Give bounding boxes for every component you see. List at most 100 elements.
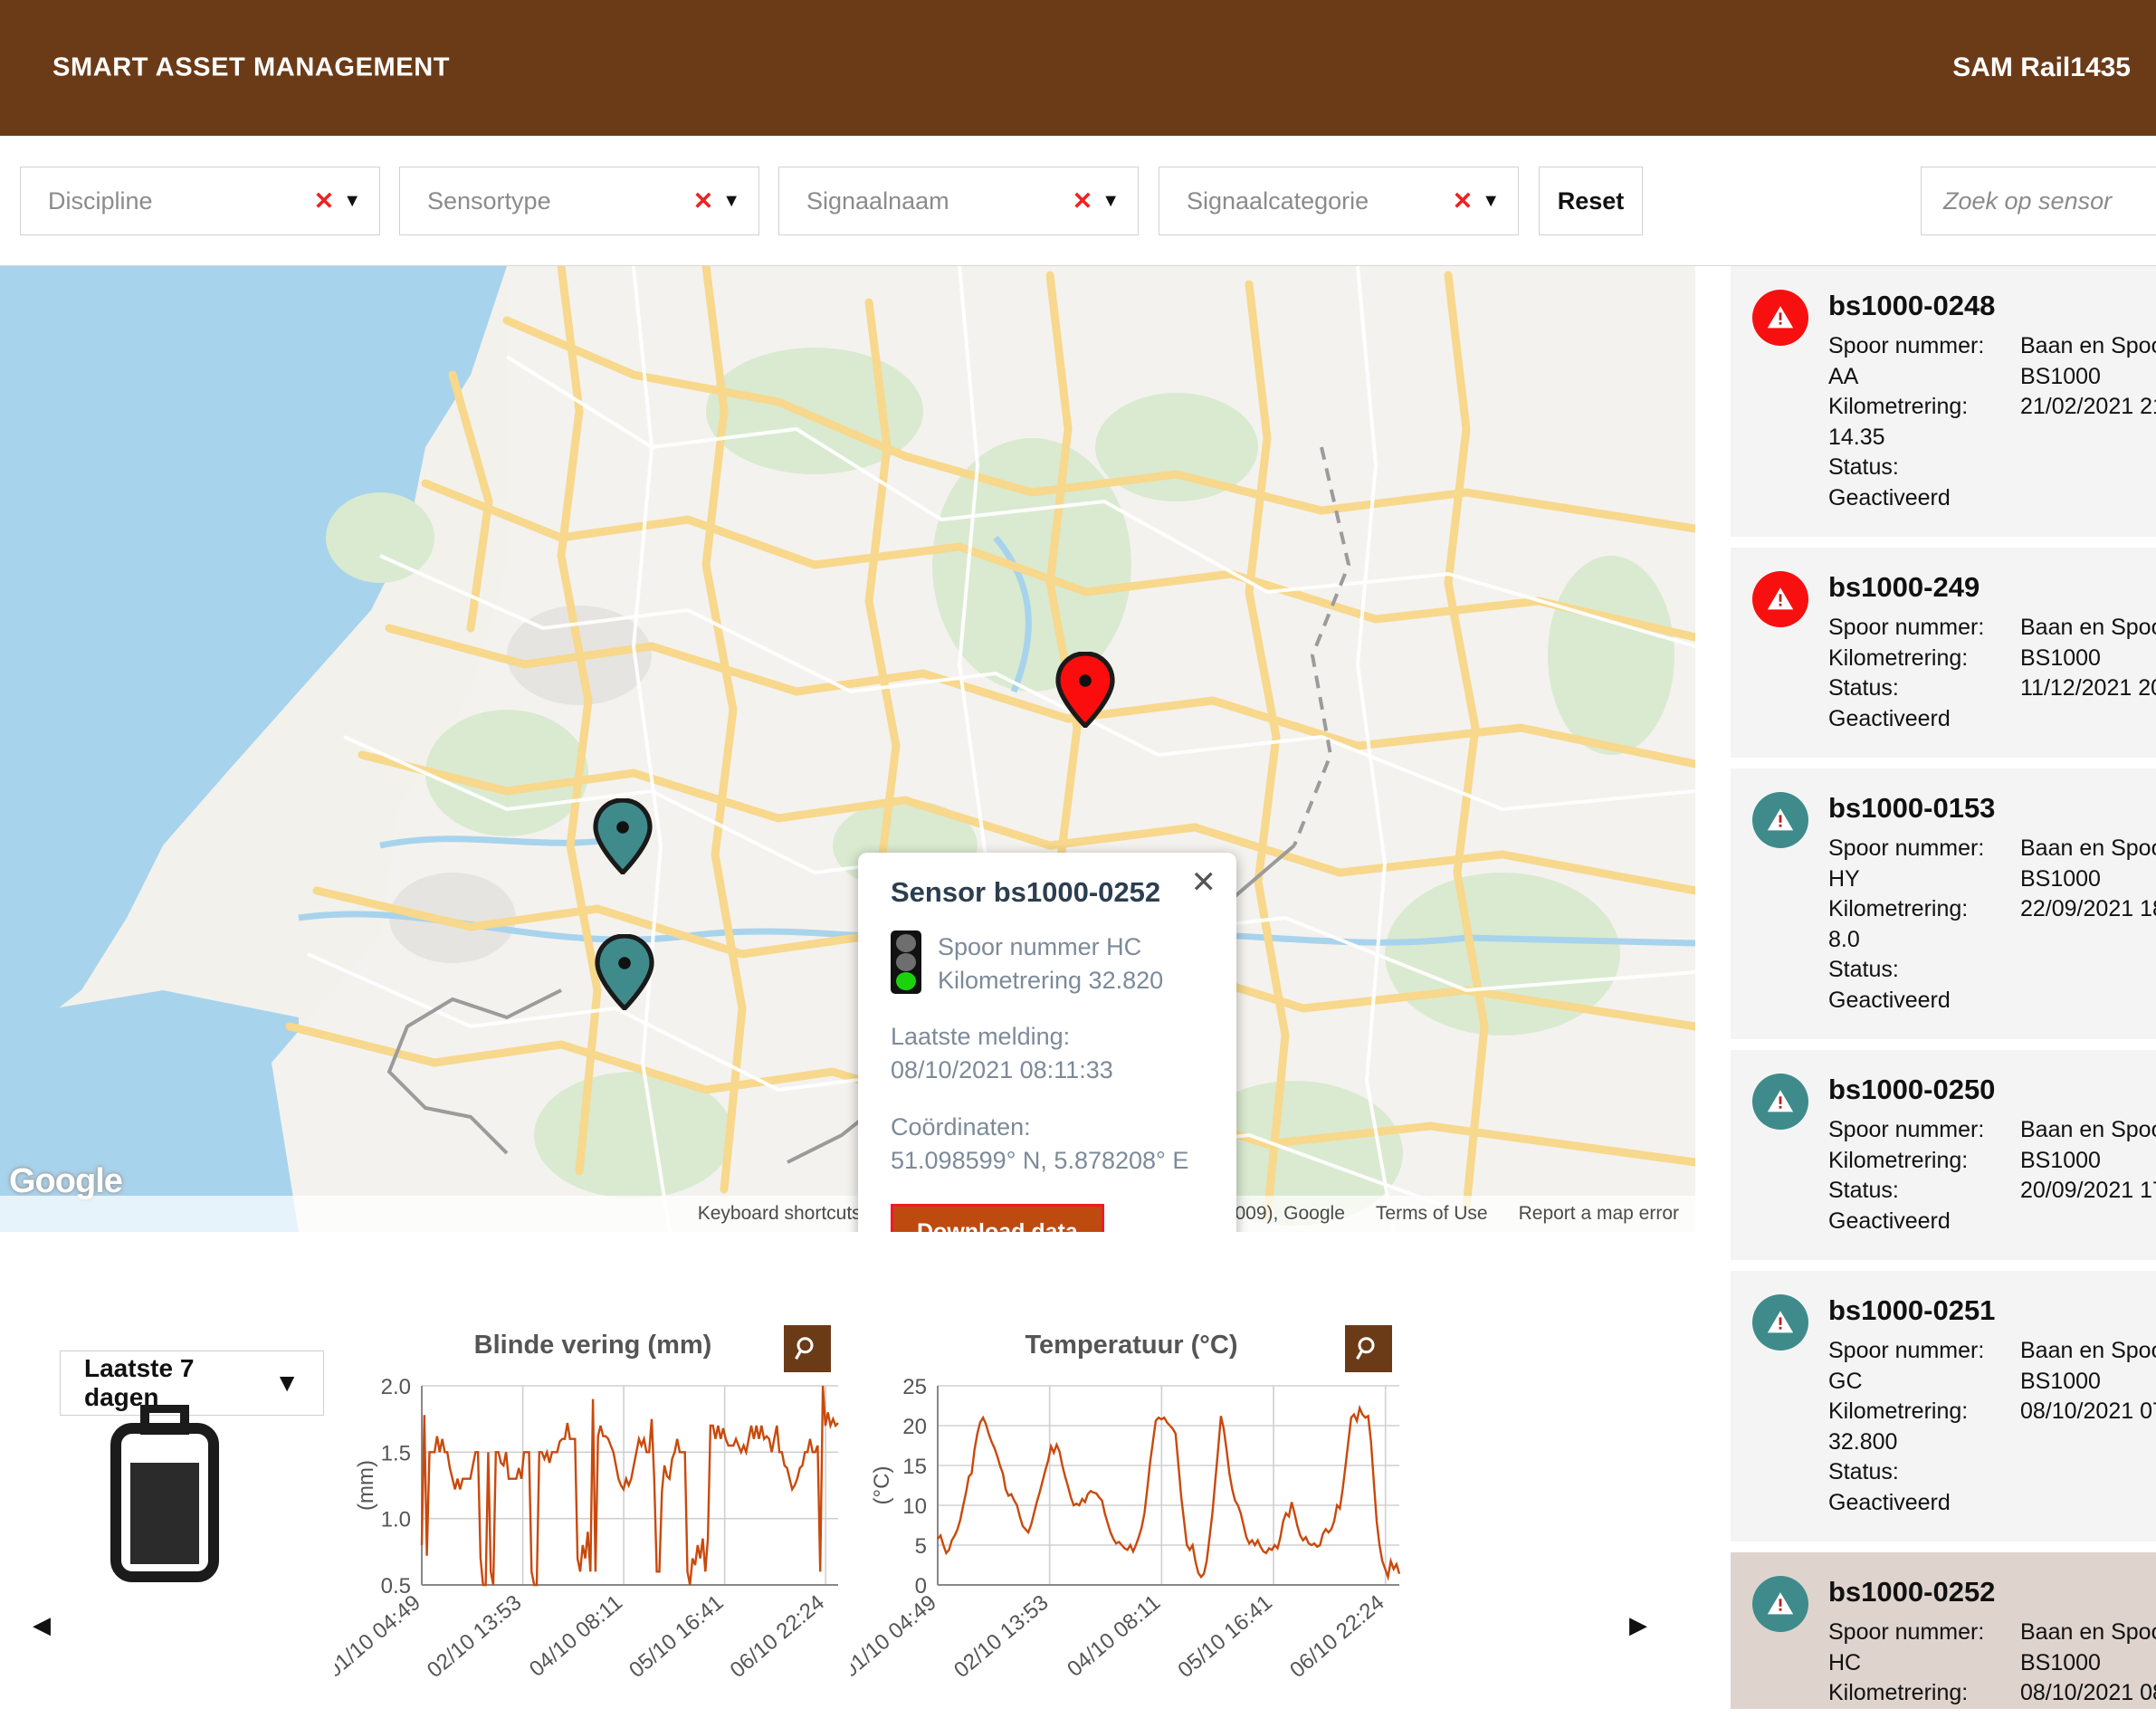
discipline-value: Baan en Spoor <box>2020 1338 2156 1363</box>
map-marker-sensor[interactable] <box>592 934 657 1010</box>
svg-text:06/10 22:24: 06/10 22:24 <box>1285 1590 1388 1683</box>
status-label: Status: <box>1828 454 1899 480</box>
spoor-nummer-label: Spoor nummer: <box>1828 615 1985 640</box>
status-label: Status: <box>1828 957 1899 982</box>
report-map-error-link[interactable]: Report a map error <box>1519 1203 1679 1225</box>
system-value: BS1000 <box>2020 1147 2101 1173</box>
kilometrering-value: 32.800 <box>1828 1428 1898 1455</box>
map-tiles <box>0 266 1695 1232</box>
svg-text:(mm): (mm) <box>354 1460 378 1511</box>
sensor-id: bs1000-0251 <box>1828 1294 1996 1326</box>
svg-text:02/10 13:53: 02/10 13:53 <box>949 1590 1053 1683</box>
magnify-icon[interactable] <box>1345 1325 1392 1372</box>
status-value: Geactiveerd <box>1828 484 1951 511</box>
sensor-attributes: Spoor nummer:HCKilometrering:32.820Statu… <box>1828 1618 2006 1709</box>
timestamp-value: 08/10/2021 08: <box>2020 1680 2156 1705</box>
chart-temperatuur: Temperatuur (°C) 0 5 10 15 20 25 01/10 04:49 02… <box>837 1325 1412 1718</box>
status-label: Status: <box>1828 1459 1899 1484</box>
filter-bar: Discipline ✕ ▼ Sensortype ✕ ▼ Signaalnaa… <box>0 136 2156 266</box>
sensor-list-item-body: bs1000-0250 Spoor nummer: Kilometrering: St… <box>1828 1074 2156 1236</box>
popup-last-report: Laatste melding: 08/10/2021 08:11:33 <box>891 1020 1209 1086</box>
map-canvas[interactable]: Google Keyboard shortcuts Map data ©2021… <box>0 266 1695 1232</box>
chevron-down-icon[interactable]: ▼ <box>343 191 379 212</box>
next-page-arrow[interactable]: ▶ <box>1629 1611 1647 1639</box>
alert-warning-icon <box>1752 1294 1808 1351</box>
spoor-nummer-label: Spoor nummer: <box>1828 1619 1985 1645</box>
sensor-list-item[interactable]: bs1000-0248 Spoor nummer: AA Kilometrering:… <box>1731 266 2156 537</box>
popup-coord-label: Coördinaten: <box>891 1112 1031 1141</box>
sensor-meta: Baan en Spoor BS1000 22/09/2021 18: <box>2020 834 2156 1016</box>
sensor-list-item[interactable]: bs1000-0153 Spoor nummer: HY Kilometrering:… <box>1731 768 2156 1039</box>
alert-warning-icon <box>1752 571 1808 627</box>
search-input[interactable]: Zoek op sensor <box>1921 167 2156 235</box>
clear-icon[interactable]: ✕ <box>1453 187 1483 215</box>
discipline-value: Baan en Spoor <box>2020 1619 2156 1645</box>
clear-icon[interactable]: ✕ <box>693 187 723 215</box>
close-icon[interactable]: ✕ <box>1191 867 1217 898</box>
status-label: Status: <box>1828 1178 1899 1203</box>
filter-sensortype-label: Sensortype <box>427 186 551 215</box>
map-attribution: Keyboard shortcuts Map data ©2021 GeoBas… <box>0 1196 1695 1232</box>
timestamp-value: 20/09/2021 17: <box>2020 1178 2156 1203</box>
sensor-attributes: Spoor nummer: Kilometrering: Status: Geacti… <box>1828 613 2006 734</box>
discipline-value: Baan en Spoor <box>2020 615 2156 640</box>
sensor-list-item-body: bs1000-0252 Spoor nummer: HC Kilometrering:… <box>1828 1576 2156 1709</box>
sensor-list-item[interactable]: bs1000-0252 Spoor nummer: HC Kilometrering:… <box>1731 1552 2156 1709</box>
timestamp-value: 08/10/2021 07: <box>2020 1398 2156 1424</box>
app-header: SMART ASSET MANAGEMENT SAM Rail1435 <box>0 0 2156 136</box>
filter-signaalcategorie[interactable]: Signaalcategorie ✕ ▼ <box>1159 167 1519 235</box>
magnify-icon[interactable] <box>784 1325 831 1372</box>
reset-button[interactable]: Reset <box>1539 167 1643 235</box>
popup-sensor-details: Spoor nummer HC Kilometrering 32.820 <box>938 931 1163 997</box>
filter-signaalnaam[interactable]: Signaalnaam ✕ ▼ <box>778 167 1139 235</box>
spoor-nummer-value: HY <box>1828 865 1860 892</box>
terms-of-use-link[interactable]: Terms of Use <box>1376 1203 1488 1225</box>
timestamp-value: 11/12/2021 20: <box>2020 675 2156 701</box>
spoor-nummer-label: Spoor nummer: <box>1828 1117 1985 1142</box>
sensor-id: bs1000-0153 <box>1828 792 1996 824</box>
prev-page-arrow[interactable]: ◀ <box>33 1611 51 1639</box>
status-value: Geactiveerd <box>1828 1207 1951 1234</box>
chevron-down-icon: ▼ <box>274 1369 300 1397</box>
status-value: Geactiveerd <box>1828 705 1951 731</box>
clear-icon[interactable]: ✕ <box>1073 187 1102 215</box>
map-marker-alert[interactable] <box>1053 652 1118 728</box>
sensor-list-item[interactable]: bs1000-0251 Spoor nummer: GC Kilometrering:… <box>1731 1271 2156 1541</box>
sensor-list-item[interactable]: bs1000-0250 Spoor nummer: Kilometrering: St… <box>1731 1050 2156 1260</box>
system-value: BS1000 <box>2020 1368 2101 1394</box>
chevron-down-icon[interactable]: ▼ <box>1102 191 1138 212</box>
chevron-down-icon[interactable]: ▼ <box>1482 191 1518 212</box>
chevron-down-icon[interactable]: ▼ <box>722 191 758 212</box>
sensor-attributes: Spoor nummer: Kilometrering: Status: Geacti… <box>1828 1115 2006 1236</box>
kilometrering-value: 8.0 <box>1828 926 1860 952</box>
sensor-list-item-body: bs1000-0251 Spoor nummer: GC Kilometrering:… <box>1828 1294 2156 1518</box>
svg-text:05/10 16:41: 05/10 16:41 <box>1173 1590 1276 1683</box>
sensor-id: bs1000-0252 <box>1828 1576 1996 1608</box>
battery-icon <box>109 1404 221 1587</box>
popup-title: Sensor bs1000-0252 <box>891 876 1161 908</box>
account-label[interactable]: SAM Rail1435 <box>1952 52 2131 83</box>
sensor-attributes: Spoor nummer: GC Kilometrering: 32.800 Statu… <box>1828 1336 2006 1518</box>
system-value: BS1000 <box>2020 1649 2101 1675</box>
keyboard-shortcuts-link[interactable]: Keyboard shortcuts <box>698 1203 862 1225</box>
svg-text:20: 20 <box>902 1415 927 1439</box>
alert-warning-icon <box>1752 1576 1808 1632</box>
popup-coordinates: Coördinaten: 51.098599° N, 5.878208° E <box>891 1111 1209 1177</box>
chart-blinde-vering: Blinde vering (mm) 0.5 1.0 1.5 2.0 01/10 04:… <box>321 1325 851 1718</box>
svg-text:10: 10 <box>902 1494 927 1519</box>
spoor-nummer-label: Spoor nummer: <box>1828 333 1985 358</box>
sensor-info-popup: ✕ Sensor bs1000-0252 Spoor nummer HC Kil… <box>858 853 1236 1289</box>
sensor-id: bs1000-249 <box>1828 571 1980 603</box>
spoor-nummer-value: AA <box>1828 363 1859 389</box>
spoor-nummer-label: Spoor nummer: <box>1828 1338 1985 1363</box>
filter-sensortype[interactable]: Sensortype ✕ ▼ <box>399 167 759 235</box>
sensor-list-panel[interactable]: bs1000-0248 Spoor nummer: AA Kilometrering:… <box>1723 266 2156 1709</box>
sensor-list-item[interactable]: bs1000-249 Spoor nummer: Kilometrering: Sta… <box>1731 548 2156 758</box>
alert-warning-icon <box>1752 1074 1808 1130</box>
clear-icon[interactable]: ✕ <box>314 187 344 215</box>
kilometrering-label: Kilometrering: <box>1828 394 1969 419</box>
filter-discipline[interactable]: Discipline ✕ ▼ <box>20 167 380 235</box>
map-marker-sensor[interactable] <box>590 798 655 874</box>
filter-discipline-label: Discipline <box>48 186 153 215</box>
kilometrering-label: Kilometrering: <box>1828 1680 1969 1705</box>
